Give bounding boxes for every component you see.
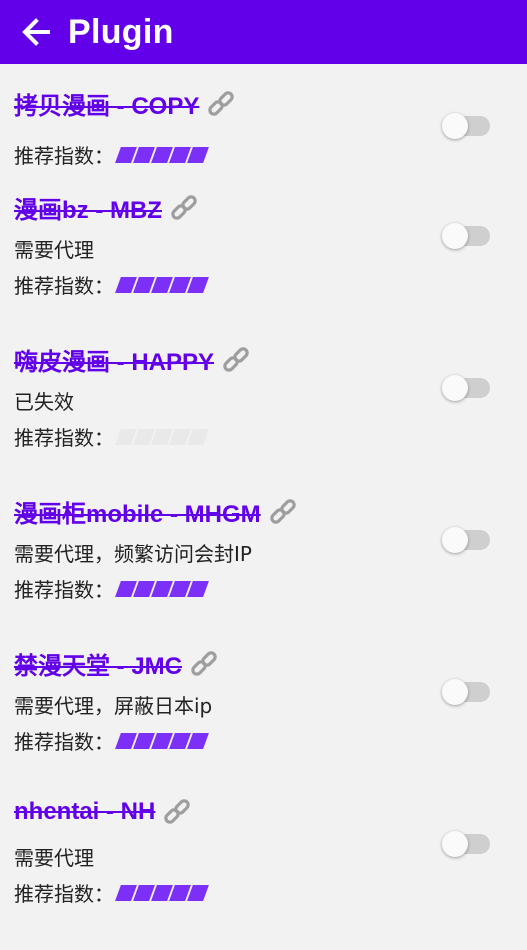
link-icon <box>164 799 191 824</box>
rating-row: 推荐指数： <box>14 140 209 169</box>
rating-label: 推荐指数： <box>14 274 114 298</box>
plugin-toggle[interactable] <box>442 375 490 401</box>
plugin-name-link[interactable]: 拷贝漫画 - COPY <box>14 86 237 121</box>
rating-bars <box>115 884 209 901</box>
plugin-toggle[interactable] <box>442 527 490 553</box>
page-title: Plugin <box>68 12 174 51</box>
plugin-item-nh: nhentai - NH 需要代理 推荐指数： <box>0 798 527 950</box>
back-button[interactable] <box>12 8 60 56</box>
plugin-toggle[interactable] <box>442 831 490 857</box>
rating-bars <box>115 580 209 597</box>
plugin-name-link[interactable]: 禁漫天堂 - JMC <box>14 646 220 681</box>
rating-row: 推荐指数： <box>14 878 209 907</box>
rating-bars <box>115 428 209 445</box>
plugin-description: 需要代理，频繁访问会封IP <box>14 542 252 566</box>
rating-bar <box>187 580 209 597</box>
plugin-toggle[interactable] <box>442 113 490 139</box>
plugin-name-link[interactable]: nhentai - NH <box>14 798 193 826</box>
rating-row: 推荐指数： <box>14 270 209 299</box>
rating-bar <box>187 428 209 445</box>
plugin-name-link[interactable]: 漫画bz - MBZ <box>14 190 200 225</box>
link-icon <box>171 194 197 220</box>
rating-label: 推荐指数： <box>14 730 114 754</box>
rating-label: 推荐指数： <box>14 882 114 906</box>
app-bar: Plugin <box>0 0 527 64</box>
link-icon <box>191 650 217 676</box>
plugin-item-jmc: 禁漫天堂 - JMC 需要代理，屏蔽日本ip 推荐指数： <box>0 646 527 798</box>
arrow-left-icon <box>22 18 50 46</box>
plugin-name-link[interactable]: 嗨皮漫画 - HAPPY <box>14 342 252 377</box>
link-icon <box>269 498 296 524</box>
rating-label: 推荐指数： <box>14 578 114 602</box>
plugin-item-happy: 嗨皮漫画 - HAPPY 已失效 推荐指数： <box>0 342 527 494</box>
rating-bars <box>115 276 209 293</box>
plugin-description: 需要代理 <box>14 846 94 870</box>
rating-row: 推荐指数： <box>14 726 209 755</box>
plugin-description: 已失效 <box>14 390 74 414</box>
rating-bars <box>115 732 209 749</box>
link-icon <box>208 90 235 116</box>
rating-bar <box>187 884 209 901</box>
rating-row: 推荐指数： <box>14 574 209 603</box>
plugin-name-link[interactable]: 漫画柜mobile - MHGM <box>14 494 299 529</box>
rating-bar <box>187 732 209 749</box>
link-icon <box>223 346 249 372</box>
rating-bar <box>187 276 209 293</box>
plugin-toggle[interactable] <box>442 679 490 705</box>
rating-bars <box>115 146 209 163</box>
rating-row: 推荐指数： <box>14 422 209 451</box>
rating-bar <box>187 146 209 163</box>
plugin-item-mbz: 漫画bz - MBZ 需要代理 推荐指数： <box>0 190 527 342</box>
rating-label: 推荐指数： <box>14 426 114 450</box>
plugin-toggle[interactable] <box>442 223 490 249</box>
plugin-item-mhgm: 漫画柜mobile - MHGM 需要代理，频繁访问会封IP 推荐指数： <box>0 494 527 646</box>
plugin-description: 需要代理，屏蔽日本ip <box>14 694 213 718</box>
plugin-description: 需要代理 <box>14 238 94 262</box>
rating-label: 推荐指数： <box>14 144 114 168</box>
